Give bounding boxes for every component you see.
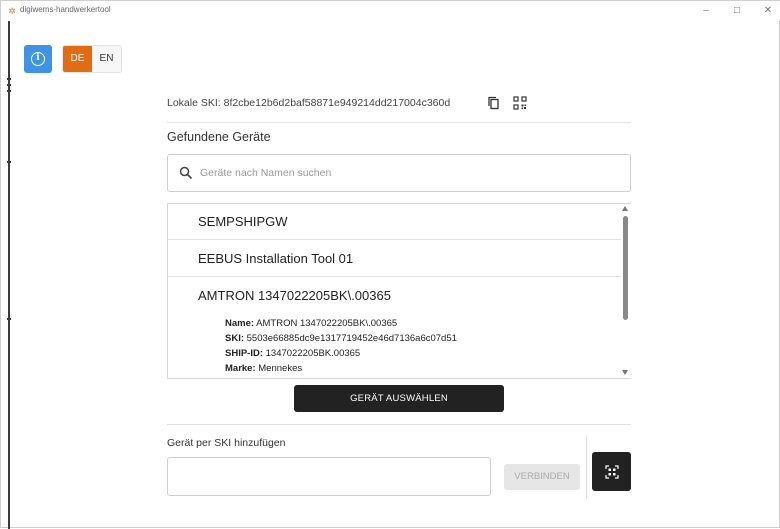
device-search-box (167, 154, 631, 192)
ski-input[interactable] (167, 457, 491, 496)
device-name: AMTRON 1347022205BK\.00365 (198, 288, 391, 303)
device-list-item-expanded[interactable]: AMTRON 1347022205BK\.00365 Name: AMTRON … (168, 278, 622, 378)
info-button[interactable]: i (24, 45, 52, 73)
info-icon: i (31, 52, 45, 66)
close-button[interactable]: ✕ (757, 2, 779, 20)
divider (167, 424, 631, 425)
divider (167, 122, 631, 123)
select-device-button[interactable]: GERÄT AUSWÄHLEN (294, 385, 504, 412)
copy-icon[interactable] (487, 96, 501, 110)
device-detail-ski: SKI: 5503e66885dc9e1317719452e46d7136a6c… (225, 333, 457, 344)
search-icon (179, 166, 193, 180)
scroll-down-arrow-icon[interactable] (622, 370, 628, 375)
qr-scan-icon (604, 464, 619, 479)
app-window: ✲ digiwems-handwerkertool – □ ✕ i DE EN … (0, 0, 780, 529)
maximize-button[interactable]: □ (726, 2, 748, 20)
add-by-ski-label: Gerät per SKI hinzufügen (167, 437, 286, 449)
qr-scan-button[interactable] (592, 452, 631, 491)
device-list-item[interactable]: SEMPSHIPGW (168, 204, 622, 240)
device-search-input[interactable] (200, 155, 620, 191)
scroll-thumb[interactable] (623, 216, 628, 320)
device-list-scrollbar[interactable] (621, 204, 631, 378)
local-ski-row: Lokale SKI: 8f2cbe12b6d2baf58871e949214d… (167, 96, 631, 112)
window-title: digiwems-handwerkertool (20, 5, 111, 14)
language-en-button[interactable]: EN (92, 46, 121, 72)
device-detail-name: Name: AMTRON 1347022205BK\.00365 (225, 318, 398, 329)
title-bar: ✲ digiwems-handwerkertool – □ ✕ (1, 1, 780, 21)
language-toggle: DE EN (62, 45, 122, 73)
app-logo-icon: ✲ (8, 6, 16, 16)
device-detail-ship-id: SHIP-ID: 1347022205BK.00365 (225, 348, 361, 359)
window-left-edge (7, 21, 11, 529)
device-detail-brand: Marke: Mennekes (225, 363, 303, 374)
found-devices-title: Gefundene Geräte (167, 130, 271, 144)
local-ski-value: 8f2cbe12b6d2baf58871e949214dd217004c360d (223, 97, 451, 109)
language-de-button[interactable]: DE (63, 46, 92, 72)
local-ski-text: Lokale SKI: 8f2cbe12b6d2baf58871e949214d… (167, 97, 451, 109)
vertical-divider (586, 435, 587, 499)
minimize-button[interactable]: – (695, 2, 717, 20)
device-list-item[interactable]: EEBUS Installation Tool 01 (168, 241, 622, 277)
connect-button[interactable]: VERBINDEN (504, 464, 580, 490)
scroll-up-arrow-icon[interactable] (622, 206, 628, 211)
qr-code-icon[interactable] (513, 96, 527, 110)
device-list: SEMPSHIPGW EEBUS Installation Tool 01 AM… (167, 203, 631, 379)
